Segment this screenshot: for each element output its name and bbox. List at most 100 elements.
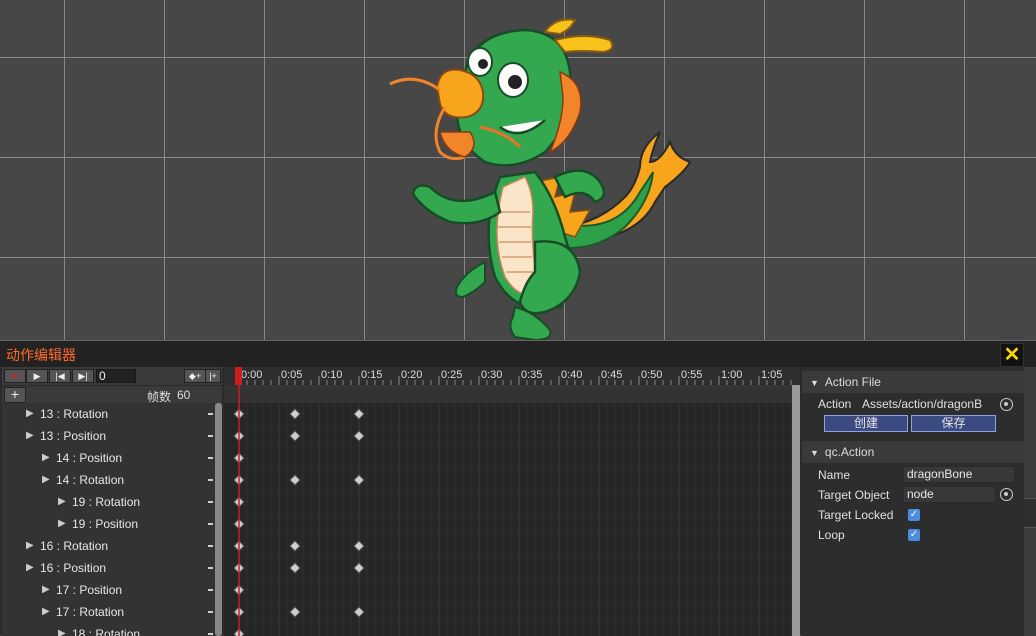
record-button[interactable]: ● [4, 369, 26, 383]
add-property-button[interactable]: + [4, 387, 26, 403]
property-menu-icon[interactable] [208, 435, 213, 437]
property-row[interactable]: ▶ 14 : Rotation [2, 469, 213, 491]
property-menu-icon[interactable] [208, 567, 213, 569]
expand-arrow-icon[interactable]: ▶ [26, 535, 34, 557]
property-row[interactable]: ▶ 19 : Position [2, 513, 213, 535]
property-menu-icon[interactable] [208, 479, 213, 481]
keyframe-diamond[interactable] [289, 540, 301, 552]
create-button[interactable]: 创建 [824, 415, 908, 432]
keyframe-grid[interactable] [224, 385, 800, 636]
next-frame-button[interactable]: ▶| [72, 369, 94, 383]
loop-label: Loop [818, 528, 845, 542]
ruler-label: 0:50 [641, 369, 662, 381]
current-frame-input[interactable]: 0 [96, 369, 136, 383]
property-label: 18 : Rotation [72, 627, 141, 636]
keyframe-diamond[interactable] [289, 430, 301, 442]
expand-arrow-icon[interactable]: ▶ [42, 601, 50, 623]
property-row[interactable]: ▶ 18 : Rotation [2, 623, 213, 636]
timeline-ruler[interactable]: 0:00 0:05 0:10 0:15 0:20 0:25 0:30 0:35 0:40 0:45… [224, 367, 800, 385]
qc-action-header[interactable]: ▼ qc.Action [802, 441, 1024, 463]
property-list-scrollbar[interactable] [215, 403, 222, 636]
property-row[interactable]: ▶ 17 : Rotation [2, 601, 213, 623]
side-panel-tab[interactable] [1024, 498, 1036, 528]
add-keyframe-button[interactable]: ◆+ [184, 369, 206, 383]
timeline-scrollbar[interactable] [792, 385, 800, 636]
play-button[interactable]: ▶ [26, 369, 48, 383]
add-event-icon: |+ [209, 371, 217, 381]
property-row[interactable]: ▶ 16 : Position [2, 557, 213, 579]
action-label: Action [818, 397, 852, 411]
keyframe-diamond[interactable] [353, 540, 365, 552]
property-row[interactable]: ▶ 14 : Position [2, 447, 213, 469]
ruler-label: 0:20 [401, 369, 422, 381]
editor-title: 动作编辑器 [6, 347, 76, 363]
timeline-panel[interactable]: 0:00 0:05 0:10 0:15 0:20 0:25 0:30 0:35 0:40 0:45… [224, 367, 800, 636]
action-file-header[interactable]: ▼ Action File [802, 371, 1024, 393]
property-label: 14 : Position [56, 451, 123, 465]
property-menu-icon[interactable] [208, 545, 213, 547]
target-picker-icon[interactable] [1000, 398, 1013, 411]
fps-value[interactable]: 60 [177, 388, 190, 402]
property-label: 13 : Rotation [40, 407, 109, 421]
expand-arrow-icon[interactable]: ▶ [58, 491, 66, 513]
keyframe-diamond[interactable] [289, 606, 301, 618]
name-field[interactable]: dragonBone [903, 466, 1015, 483]
property-row[interactable]: ▶ 16 : Rotation [2, 535, 213, 557]
dragon-sprite[interactable] [385, 12, 705, 340]
property-label: 16 : Rotation [40, 539, 109, 553]
property-menu-icon[interactable] [208, 589, 213, 591]
close-button[interactable]: ✕ [1000, 343, 1024, 367]
record-icon: ● [12, 371, 18, 381]
ruler-label: 0:40 [561, 369, 582, 381]
property-row[interactable]: ▶ 17 : Position [2, 579, 213, 601]
keyframe-diamond[interactable] [289, 474, 301, 486]
keyframe-diamond[interactable] [353, 408, 365, 420]
keyframe-diamond[interactable] [289, 408, 301, 420]
property-row[interactable]: ▶ 13 : Rotation [2, 403, 213, 425]
expand-arrow-icon[interactable]: ▶ [26, 557, 34, 579]
loop-checkbox[interactable]: ✓ [908, 529, 920, 541]
ruler-label: 0:30 [481, 369, 502, 381]
prev-frame-button[interactable]: |◀ [49, 369, 71, 383]
ruler-label: 1:05 [761, 369, 782, 381]
property-menu-icon[interactable] [208, 523, 213, 525]
expand-arrow-icon[interactable]: ▶ [26, 403, 34, 425]
expand-arrow-icon[interactable]: ▶ [42, 447, 50, 469]
qc-action-title: qc.Action [824, 445, 875, 459]
side-panel-edge [1024, 367, 1036, 636]
keyframe-diamond[interactable] [353, 606, 365, 618]
property-menu-icon[interactable] [208, 611, 213, 613]
expand-arrow-icon[interactable]: ▶ [26, 425, 34, 447]
expand-arrow-icon[interactable]: ▶ [58, 513, 66, 535]
save-button[interactable]: 保存 [911, 415, 996, 432]
target-picker-icon[interactable] [1000, 488, 1013, 501]
playhead-handle [235, 367, 242, 385]
fps-row: + 帧数 60 [2, 385, 222, 404]
property-label: 17 : Position [56, 583, 123, 597]
expand-arrow-icon[interactable]: ▶ [42, 469, 50, 491]
property-list: ▶ 13 : Rotation ▶ 13 : Position ▶ 14 : Positi… [2, 403, 222, 636]
keyframe-diamond[interactable] [289, 562, 301, 574]
keyframe-diamond[interactable] [353, 562, 365, 574]
next-frame-icon: ▶| [78, 371, 88, 381]
expand-arrow-icon[interactable]: ▶ [42, 579, 50, 601]
add-event-button[interactable]: |+ [205, 369, 221, 383]
keyframe-diamond[interactable] [353, 474, 365, 486]
property-row[interactable]: ▶ 19 : Rotation [2, 491, 213, 513]
property-menu-icon[interactable] [208, 457, 213, 459]
ruler-label: 1:00 [721, 369, 742, 381]
action-path[interactable]: Assets/action/dragonB [862, 397, 982, 411]
property-menu-icon[interactable] [208, 413, 213, 415]
property-list-panel: ● ▶ |◀ ▶| 0 ◆+ |+ + 帧数 60 ▶ 13 : Rotation… [2, 367, 222, 636]
scene-viewport[interactable] [0, 0, 1036, 340]
target-object-field[interactable]: node [903, 486, 996, 503]
play-icon: ▶ [33, 371, 41, 381]
property-menu-icon[interactable] [208, 501, 213, 503]
ruler-label: 0:35 [521, 369, 542, 381]
target-locked-checkbox[interactable]: ✓ [908, 509, 920, 521]
property-row[interactable]: ▶ 13 : Position [2, 425, 213, 447]
keyframe-diamond[interactable] [353, 430, 365, 442]
ruler-label: 0:05 [281, 369, 302, 381]
expand-arrow-icon[interactable]: ▶ [58, 623, 66, 636]
property-label: 16 : Position [40, 561, 107, 575]
